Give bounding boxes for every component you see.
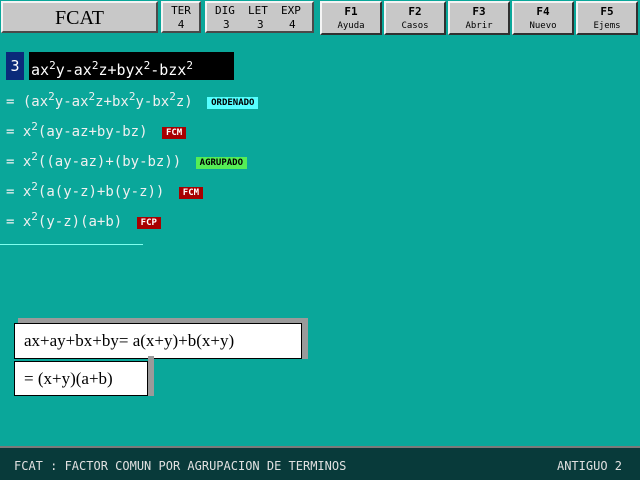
- f2-cases-button[interactable]: F2 Casos: [384, 1, 446, 35]
- step-5-expression: = x2(y-z)(a+b): [6, 210, 123, 230]
- ter-value: 4: [177, 18, 185, 31]
- problem-expression[interactable]: ax2y-ax2z+byx2-bzx2: [29, 52, 234, 80]
- step-1-badge: ORDENADO: [207, 97, 259, 109]
- status-bar: FCAT : FACTOR COMUN POR AGRUPACION DE TE…: [0, 446, 640, 480]
- step-2-line: = x2(ay-az+by-bz) FCM: [6, 120, 187, 146]
- status-description: FCAT : FACTOR COMUN POR AGRUPACION DE TE…: [14, 459, 347, 473]
- f1-key-label: F1: [344, 5, 358, 18]
- f2-desc: Casos: [401, 21, 429, 31]
- status-mode: ANTIGUO 2: [556, 459, 622, 473]
- ter-label: TER: [171, 4, 191, 17]
- step-3-expression: = x2((ay-az)+(by-bz)): [6, 150, 182, 170]
- step-5-line: = x2(y-z)(a+b) FCP: [6, 210, 161, 236]
- example-box-2: = (x+y)(a+b): [14, 361, 148, 396]
- f1-help-button[interactable]: F1 Ayuda: [320, 1, 382, 35]
- let-label: LET: [248, 4, 268, 17]
- example-line-1: ax+ay+bx+by= a(x+y)+b(x+y): [24, 331, 235, 350]
- separator-line: [0, 244, 143, 245]
- app-title: FCAT: [55, 7, 104, 29]
- f3-key-label: F3: [472, 5, 486, 18]
- example-box-1: ax+ay+bx+by= a(x+y)+b(x+y): [14, 323, 302, 359]
- f2-key-label: F2: [408, 5, 422, 18]
- step-3-line: = x2((ay-az)+(by-bz)) AGRUPADO: [6, 150, 248, 176]
- step-4-line: = x2(a(y-z)+b(y-z)) FCM: [6, 180, 204, 206]
- exp-label: EXP: [281, 4, 301, 17]
- f3-desc: Abrir: [465, 21, 493, 31]
- step-1-line: = (ax2y-ax2z+bx2y-bx2z) ORDENADO: [6, 90, 259, 116]
- step-2-expression: = x2(ay-az+by-bz): [6, 120, 148, 140]
- step-1-expression: = (ax2y-ax2z+bx2y-bx2z): [6, 90, 193, 110]
- example-2-shadow: [148, 356, 154, 396]
- dig-let-exp-counter: DIG 3 LET 3 EXP 4: [205, 1, 314, 33]
- f3-open-button[interactable]: F3 Abrir: [448, 1, 510, 35]
- f5-key-label: F5: [600, 5, 614, 18]
- f5-desc: Ejems: [593, 21, 621, 31]
- example-line-2: = (x+y)(a+b): [24, 369, 113, 388]
- problem-number: 3: [6, 52, 24, 80]
- step-2-badge: FCM: [161, 127, 187, 139]
- f5-examples-button[interactable]: F5 Ejems: [576, 1, 638, 35]
- exp-value: 4: [289, 18, 296, 31]
- ter-counter: TER 4: [161, 1, 201, 33]
- let-value: 3: [257, 18, 264, 31]
- f4-key-label: F4: [536, 5, 550, 18]
- dig-value: 3: [223, 18, 230, 31]
- f4-new-button[interactable]: F4 Nuevo: [512, 1, 574, 35]
- step-5-badge: FCP: [136, 217, 161, 229]
- example-1-shadow: [302, 318, 308, 359]
- step-3-badge: AGRUPADO: [195, 157, 248, 169]
- f1-desc: Ayuda: [337, 21, 365, 31]
- app-title-box: FCAT: [1, 1, 158, 33]
- dig-label: DIG: [215, 4, 235, 17]
- f4-desc: Nuevo: [529, 21, 557, 31]
- step-4-expression: = x2(a(y-z)+b(y-z)): [6, 180, 165, 200]
- step-4-badge: FCM: [178, 187, 204, 199]
- top-bar: FCAT TER 4 DIG 3 LET 3 EXP 4 F1 Ayuda F2…: [0, 0, 640, 36]
